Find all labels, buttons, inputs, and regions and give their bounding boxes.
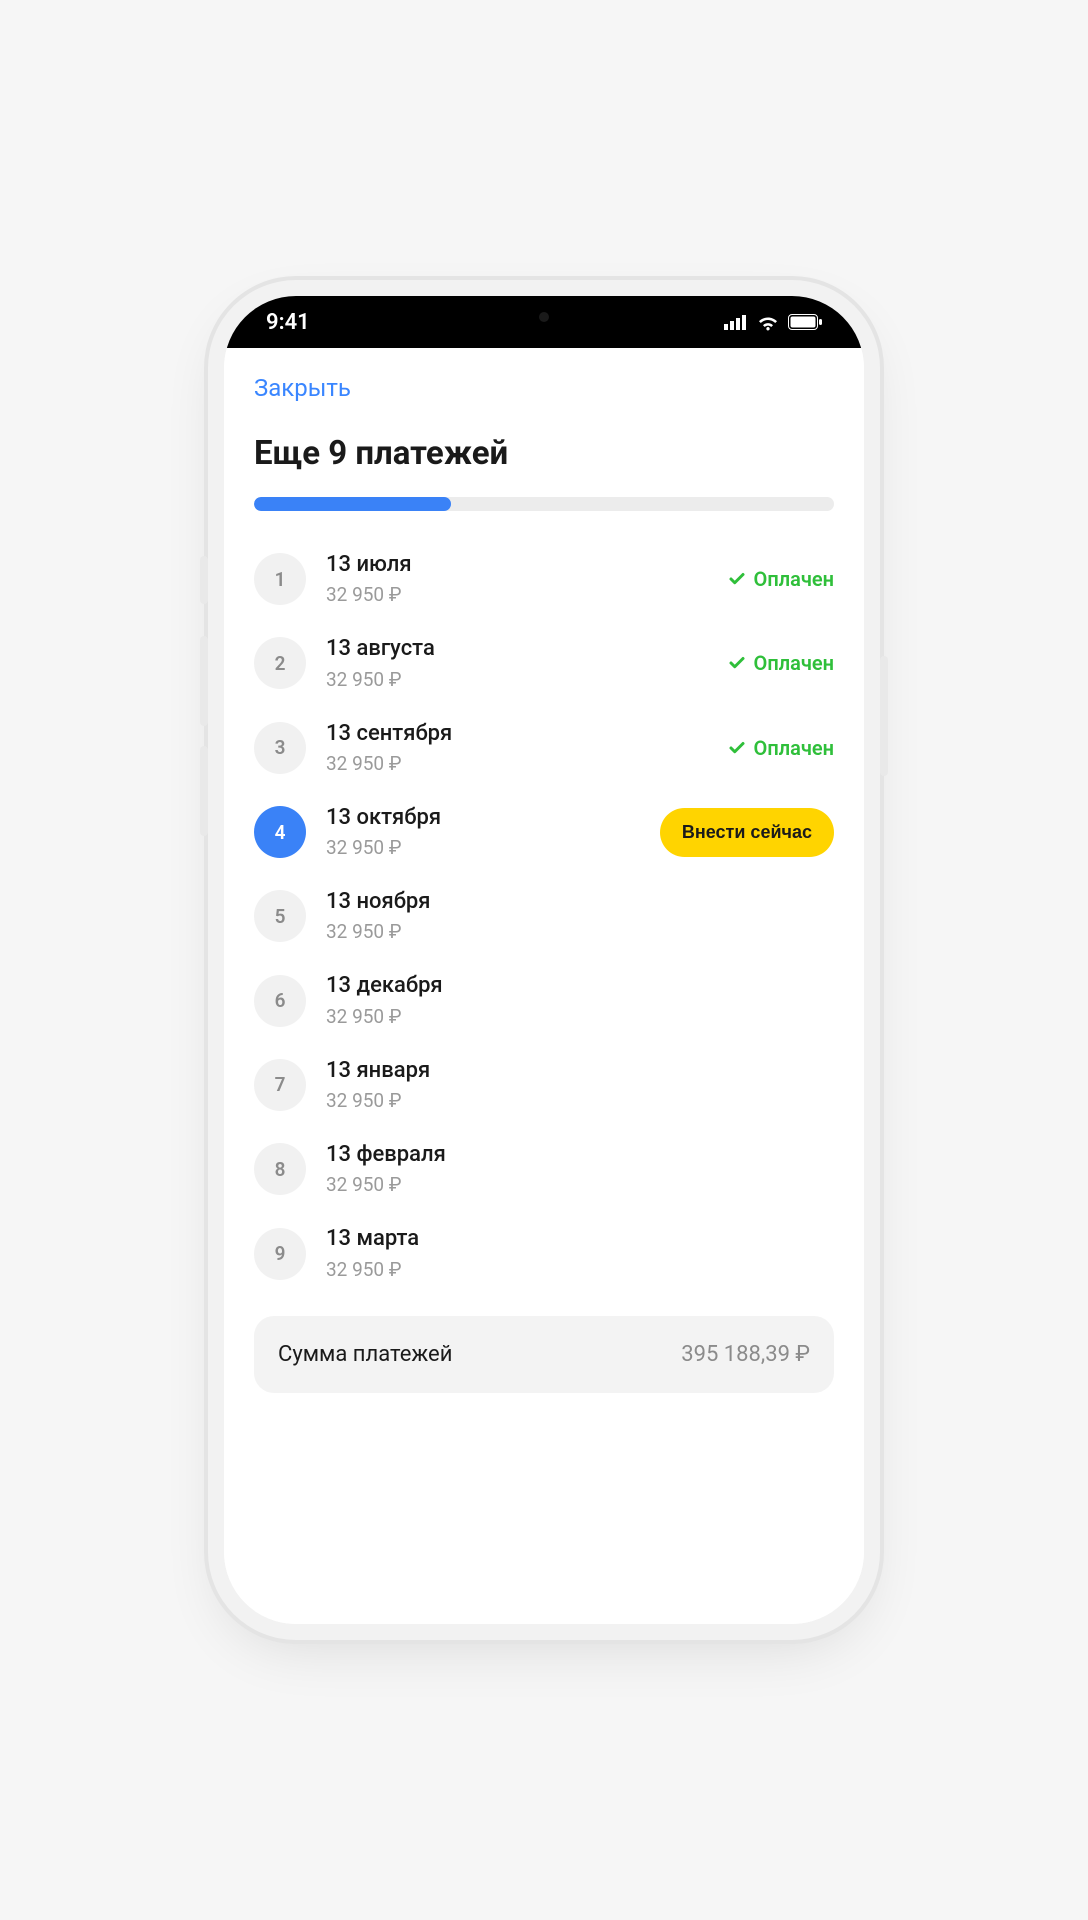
payment-number: 5 xyxy=(254,890,306,942)
progress-fill xyxy=(254,497,451,511)
check-icon xyxy=(728,654,746,672)
payment-info: 13 августа 32 950 ₽ xyxy=(326,636,708,690)
payment-date: 13 января xyxy=(326,1058,834,1083)
payment-row[interactable]: 6 13 декабря 32 950 ₽ xyxy=(254,958,834,1042)
payment-number: 4 xyxy=(254,806,306,858)
progress-bar xyxy=(254,497,834,511)
wifi-icon xyxy=(756,313,780,331)
payment-row[interactable]: 9 13 марта 32 950 ₽ xyxy=(254,1211,834,1295)
battery-icon xyxy=(788,314,822,330)
status-paid: Оплачен xyxy=(728,567,834,591)
payment-date: 13 сентября xyxy=(326,721,708,746)
payment-info: 13 января 32 950 ₽ xyxy=(326,1058,834,1112)
payment-number: 8 xyxy=(254,1143,306,1195)
payment-info: 13 февраля 32 950 ₽ xyxy=(326,1142,834,1196)
nav-bar: Закрыть xyxy=(224,348,864,402)
mute-switch xyxy=(200,556,208,604)
payment-amount: 32 950 ₽ xyxy=(326,668,708,691)
summary-value: 395 188,39 ₽ xyxy=(681,1342,810,1367)
payment-row[interactable]: 4 13 октября 32 950 ₽ Внести сейчас xyxy=(254,790,834,874)
summary-row: Сумма платежей 395 188,39 ₽ xyxy=(254,1316,834,1393)
payment-row[interactable]: 5 13 ноября 32 950 ₽ xyxy=(254,874,834,958)
payments-list: 1 13 июля 32 950 ₽ Оплачен 2 13 августа 32 950… xyxy=(224,531,864,1296)
page-card: 9:41 Закрыть Еще 9 платежей 113 июля32 9… xyxy=(124,256,964,1664)
payment-date: 13 августа xyxy=(326,636,708,661)
phone-frame: 9:41 Закрыть Еще 9 платежей 113 июля32 9… xyxy=(224,296,864,1624)
payment-info: 13 июля 32 950 ₽ xyxy=(326,552,708,606)
notch xyxy=(399,296,689,338)
payment-row[interactable]: 2 13 августа 32 950 ₽ Оплачен xyxy=(254,621,834,705)
payment-info: 13 декабря 32 950 ₽ xyxy=(326,973,834,1027)
payment-row[interactable]: 3 13 сентября 32 950 ₽ Оплачен xyxy=(254,706,834,790)
payment-amount: 32 950 ₽ xyxy=(326,752,708,775)
close-button[interactable]: Закрыть xyxy=(254,374,351,402)
check-icon xyxy=(728,739,746,757)
status-icons xyxy=(724,313,822,331)
status-paid-label: Оплачен xyxy=(754,651,834,675)
payment-number: 1 xyxy=(254,553,306,605)
payment-row[interactable]: 7 13 января 32 950 ₽ xyxy=(254,1043,834,1127)
summary-label: Сумма платежей xyxy=(278,1342,452,1367)
status-paid-label: Оплачен xyxy=(754,736,834,760)
payment-date: 13 декабря xyxy=(326,973,834,998)
payment-date: 13 февраля xyxy=(326,1142,834,1167)
payment-amount: 32 950 ₽ xyxy=(326,1005,834,1028)
cellular-icon xyxy=(724,314,748,330)
pay-now-button[interactable]: Внести сейчас xyxy=(660,808,834,857)
screen: 9:41 Закрыть Еще 9 платежей 113 июля32 9… xyxy=(224,296,864,1624)
payment-info: 13 марта 32 950 ₽ xyxy=(326,1226,834,1280)
payment-info: 13 ноября 32 950 ₽ xyxy=(326,889,834,943)
payment-number: 2 xyxy=(254,637,306,689)
payment-amount: 32 950 ₽ xyxy=(326,1173,834,1196)
payment-number: 9 xyxy=(254,1228,306,1280)
page-title: Еще 9 платежей xyxy=(224,402,864,493)
status-paid: Оплачен xyxy=(728,651,834,675)
payment-date: 13 октября xyxy=(326,805,640,830)
payment-amount: 32 950 ₽ xyxy=(326,583,708,606)
payment-row[interactable]: 1 13 июля 32 950 ₽ Оплачен xyxy=(254,537,834,621)
status-time: 9:41 xyxy=(266,310,310,335)
status-paid-label: Оплачен xyxy=(754,567,834,591)
payment-info: 13 октября 32 950 ₽ xyxy=(326,805,640,859)
payment-amount: 32 950 ₽ xyxy=(326,836,640,859)
payment-row[interactable]: 8 13 февраля 32 950 ₽ xyxy=(254,1127,834,1211)
payment-number: 7 xyxy=(254,1059,306,1111)
power-button xyxy=(880,656,888,776)
volume-down-button xyxy=(200,746,208,836)
payment-number: 6 xyxy=(254,975,306,1027)
payment-amount: 32 950 ₽ xyxy=(326,1258,834,1281)
volume-up-button xyxy=(200,636,208,726)
payment-info: 13 сентября 32 950 ₽ xyxy=(326,721,708,775)
payment-date: 13 марта xyxy=(326,1226,834,1251)
payment-amount: 32 950 ₽ xyxy=(326,920,834,943)
check-icon xyxy=(728,570,746,588)
payment-date: 13 июля xyxy=(326,552,708,577)
payment-date: 13 ноября xyxy=(326,889,834,914)
status-paid: Оплачен xyxy=(728,736,834,760)
payment-amount: 32 950 ₽ xyxy=(326,1089,834,1112)
payment-number: 3 xyxy=(254,722,306,774)
